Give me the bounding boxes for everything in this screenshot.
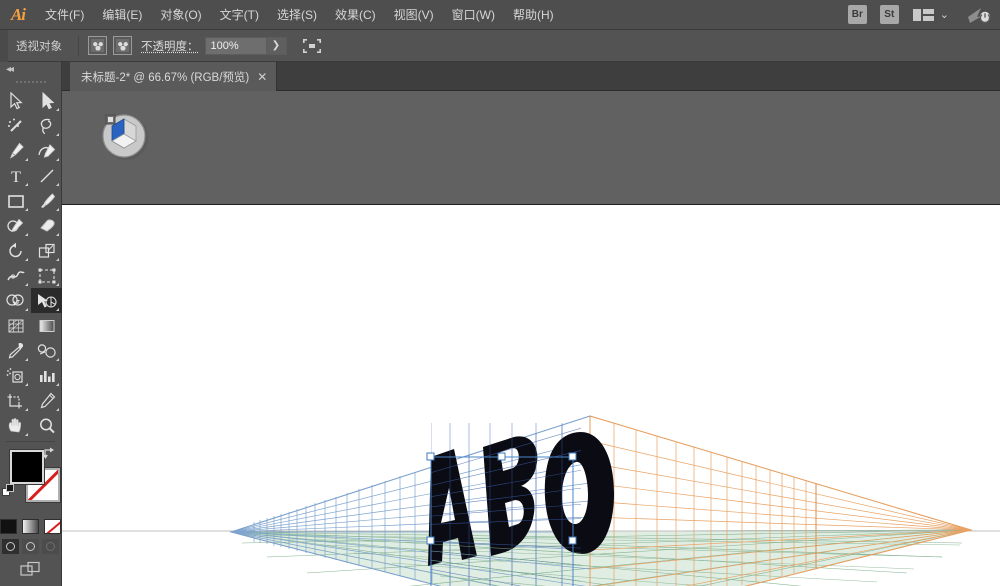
curvature-tool[interactable] [31,138,62,163]
chevron-down-icon[interactable]: ⌄ [940,8,949,21]
magic-wand-tool[interactable] [0,113,31,138]
artboard[interactable] [62,204,1000,586]
perspective-grid-artwork[interactable] [62,205,1000,586]
change-screen-mode[interactable] [19,560,43,583]
canvas-area[interactable] [62,91,1000,586]
width-tool[interactable] [0,263,31,288]
swap-fill-stroke-icon[interactable] [41,446,57,465]
opacity-flyout-arrow-icon[interactable]: ❯ [266,36,287,55]
menu-edit[interactable]: 编辑(E) [93,0,151,30]
opacity-label[interactable]: 不透明度： [141,38,199,54]
rectangle-tool[interactable] [0,188,31,213]
control-bar-separator [78,35,79,56]
selected-object-type-label: 透视对象 [16,40,62,53]
none-swatch[interactable] [44,519,61,534]
control-bar: 透视对象 不透明度： 100% ❯ [0,30,1000,62]
tools-panel-header[interactable]: ◂◂ [0,62,61,76]
document-tab[interactable]: 未标题-2* @ 66.67% (RGB/预览) ✕ [70,62,278,91]
illustrator-window: Ai 文件(F) 编辑(E) 对象(O) 文字(T) 选择(S) 效果(C) 视… [0,0,1000,586]
tools-panel-grip[interactable] [0,76,61,88]
type-tool[interactable]: T [0,163,31,188]
tools-panel: ◂◂ T [0,62,62,586]
blend-tool[interactable] [31,338,62,363]
collapse-panel-icon[interactable]: ◂◂ [6,64,14,75]
slice-tool[interactable] [31,388,62,413]
screen-mode-row [0,560,61,583]
menu-bar-right-cluster: Br St ⌄ [843,5,1000,25]
svg-text:T: T [11,169,21,185]
menu-help[interactable]: 帮助(H) [504,0,563,30]
column-graph-tool[interactable] [31,363,62,388]
swatch-mode-row [0,519,61,534]
shaper-tool[interactable] [0,213,31,238]
perspective-selection-tool[interactable] [31,288,62,313]
stock-button[interactable]: St [879,5,899,24]
menu-bar: Ai 文件(F) 编辑(E) 对象(O) 文字(T) 选择(S) 效果(C) 视… [0,0,1000,30]
fill-swatch[interactable] [9,449,45,485]
bridge-button[interactable]: Br [847,5,867,24]
fill-stroke-swatches [0,446,61,516]
menu-object[interactable]: 对象(O) [151,0,210,30]
menu-window[interactable]: 窗口(W) [443,0,504,30]
color-swatch[interactable] [0,519,17,534]
plane-switching-widget[interactable] [98,109,152,163]
close-icon[interactable]: ✕ [257,71,267,83]
lasso-tool[interactable] [31,113,62,138]
shape-builder-tool[interactable] [0,288,31,313]
align-objects-icon[interactable] [301,36,323,56]
document-tab-title: 未标题-2* @ 66.67% (RGB/预览) [81,71,250,84]
gradient-tool[interactable] [31,313,62,338]
eraser-tool[interactable] [31,213,62,238]
menu-effect[interactable]: 效果(C) [326,0,385,30]
zoom-tool[interactable] [31,413,62,438]
hand-tool[interactable] [0,413,31,438]
free-transform-tool[interactable] [31,263,62,288]
draw-normal[interactable] [2,539,19,554]
selection-tool[interactable] [0,88,31,113]
workspace-switcher-icon[interactable] [912,7,935,23]
scale-tool[interactable] [31,238,62,263]
menu-type[interactable]: 文字(T) [211,0,268,30]
line-segment-tool[interactable] [31,163,62,188]
draw-inside[interactable] [42,539,59,554]
app-logo-icon: Ai [10,4,26,24]
tools-divider [6,441,55,442]
eyedropper-tool[interactable] [0,338,31,363]
document-tab-bar: 未标题-2* @ 66.67% (RGB/预览) ✕ [62,62,1000,91]
opacity-input[interactable]: 100% [204,36,267,55]
default-fill-stroke-icon[interactable] [2,484,17,504]
tools-grid: T [0,88,62,438]
gradient-swatch[interactable] [22,519,39,534]
mesh-tool[interactable] [0,313,31,338]
draw-behind[interactable] [22,539,39,554]
menu-view[interactable]: 视图(V) [385,0,443,30]
menu-select[interactable]: 选择(S) [268,0,326,30]
draw-mode-row [0,539,61,554]
menu-file[interactable]: 文件(F) [36,0,93,30]
symbol-sprayer-tool[interactable] [0,363,31,388]
pen-tool[interactable] [0,138,31,163]
artboard-tool[interactable] [0,388,31,413]
paintbrush-tool[interactable] [31,188,62,213]
direct-selection-tool[interactable] [31,88,62,113]
rotate-tool[interactable] [0,238,31,263]
move-plane-icon[interactable] [88,36,107,55]
move-plane-parallel-icon[interactable] [113,36,132,55]
creative-cloud-sync-icon[interactable] [966,5,992,25]
